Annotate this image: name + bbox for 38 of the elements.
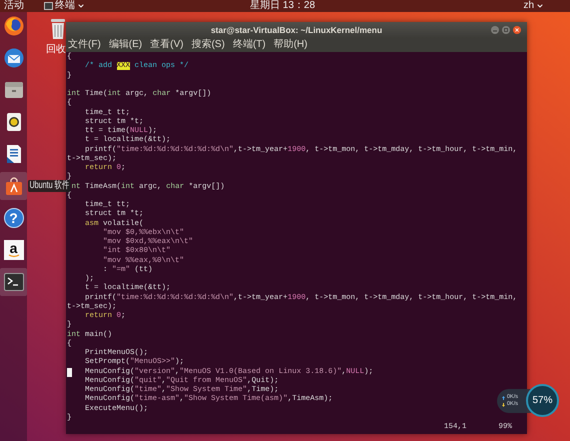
shopping-bag-icon xyxy=(4,176,24,196)
desktop-icon-label: 回收 xyxy=(46,44,66,55)
download-arrow-icon xyxy=(502,402,505,406)
menu-item[interactable]: 终端(T) xyxy=(232,40,266,50)
app-menu[interactable]: 终端 xyxy=(44,1,85,11)
window-title: star@star-VirtualBox: ~/LinuxKernel/menu xyxy=(210,26,382,34)
menu-item[interactable]: 查看(V) xyxy=(150,40,184,50)
dock-item[interactable]: a xyxy=(0,236,27,264)
caret-icon xyxy=(77,2,85,10)
dock-item[interactable] xyxy=(0,268,27,296)
minimize-icon xyxy=(493,28,497,32)
usage-gauge: 57% xyxy=(526,384,559,417)
activities-button[interactable]: 活动 xyxy=(4,1,24,11)
input-method-menu[interactable]: zh xyxy=(523,1,544,11)
terminal-icon xyxy=(44,2,53,10)
menu-item[interactable]: 帮助(H) xyxy=(274,40,308,50)
clock[interactable]: 星期日 13：28 xyxy=(250,1,316,11)
close-button[interactable] xyxy=(513,26,521,34)
caret-icon xyxy=(536,2,544,10)
menu-item[interactable]: 搜索(S) xyxy=(191,40,225,50)
dock-item[interactable]: ? xyxy=(0,204,27,232)
help-icon: ? xyxy=(4,208,24,228)
browser-icon xyxy=(4,16,24,36)
tooltip: Ubuntu 软件 xyxy=(28,180,70,192)
trash-icon[interactable] xyxy=(50,18,66,40)
maximize-icon xyxy=(504,28,508,32)
menu-item[interactable]: 编辑(E) xyxy=(108,40,142,50)
maximize-button[interactable] xyxy=(502,26,510,34)
menu-item[interactable]: 文件(F) xyxy=(68,40,101,50)
shopping-icon: a xyxy=(4,240,24,260)
dock-item[interactable] xyxy=(0,172,27,200)
upload-arrow-icon xyxy=(502,396,505,400)
close-icon xyxy=(515,28,519,32)
file-cabinet-icon xyxy=(4,80,24,100)
terminal-icon xyxy=(4,273,24,291)
mail-icon xyxy=(4,48,24,68)
minimize-button[interactable] xyxy=(491,26,499,34)
smile-icon xyxy=(8,254,20,258)
